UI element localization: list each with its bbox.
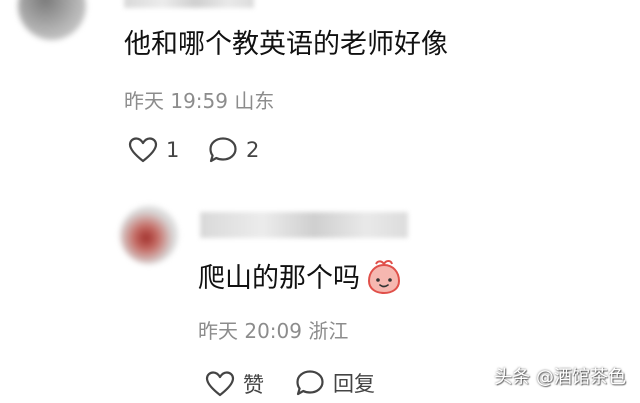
replier-name[interactable] bbox=[200, 212, 408, 238]
comment-reply-button[interactable]: 2 bbox=[208, 136, 259, 164]
peach-face-emoji bbox=[366, 258, 402, 300]
avatar-replier[interactable] bbox=[120, 206, 178, 264]
reply-text: 爬山的那个吗 bbox=[198, 263, 360, 294]
reply-reply-button[interactable]: 回复 bbox=[295, 368, 375, 398]
speech-bubble-icon bbox=[295, 369, 325, 397]
reply-location: 浙江 bbox=[308, 319, 349, 343]
like-count: 1 bbox=[166, 138, 180, 162]
comment-meta: 昨天 19:59 山东 bbox=[124, 88, 274, 114]
like-label: 赞 bbox=[243, 373, 264, 397]
watermark: 头条 @酒馆茶色 bbox=[494, 367, 626, 388]
speech-bubble-icon bbox=[208, 136, 238, 164]
comment-like-button[interactable]: 1 bbox=[128, 137, 179, 163]
reply-time: 昨天 20:09 bbox=[198, 319, 302, 343]
reply-content: 爬山的那个吗 bbox=[198, 258, 402, 300]
avatar-commenter[interactable] bbox=[18, 0, 86, 40]
comment-text: 他和哪个教英语的老师好像 bbox=[124, 29, 448, 60]
reply-meta: 昨天 20:09 浙江 bbox=[198, 318, 348, 344]
reply-like-button[interactable]: 赞 bbox=[205, 369, 264, 399]
heart-outline-icon bbox=[128, 137, 158, 163]
comment-time: 昨天 19:59 bbox=[124, 89, 228, 113]
commenter-name[interactable] bbox=[124, 0, 254, 8]
heart-outline-icon bbox=[205, 371, 235, 397]
reply-count: 2 bbox=[246, 138, 260, 162]
comment-location: 山东 bbox=[234, 89, 275, 113]
reply-label: 回复 bbox=[333, 372, 375, 396]
